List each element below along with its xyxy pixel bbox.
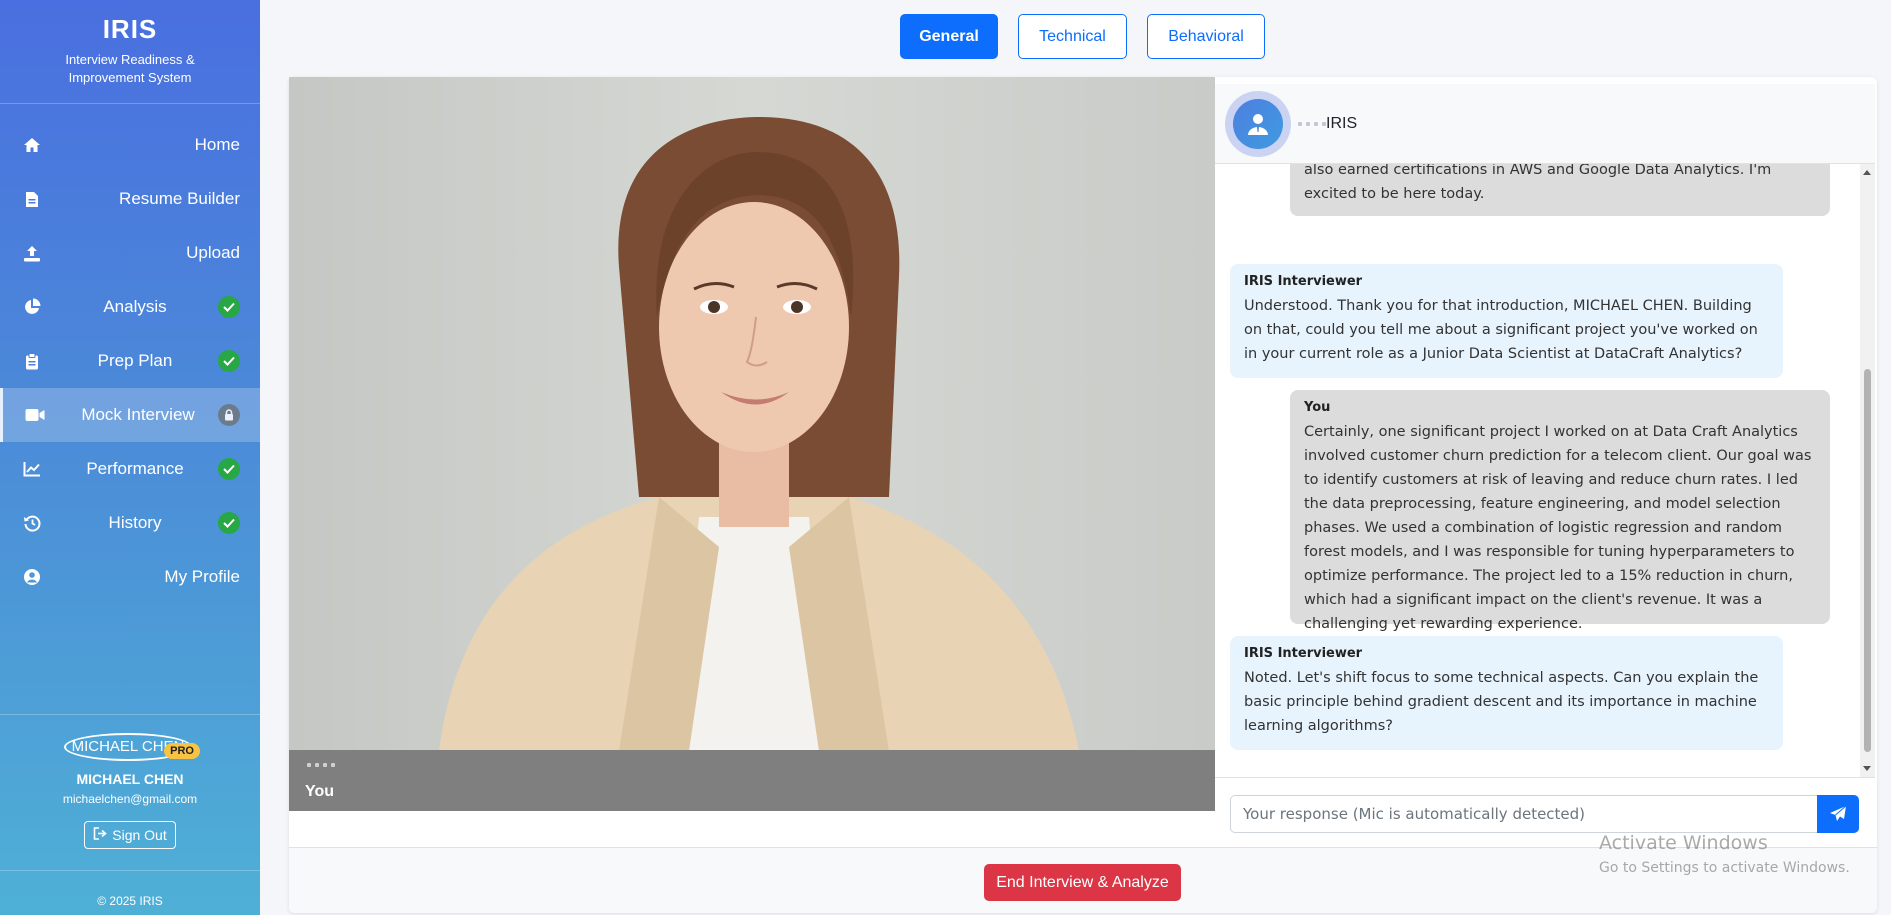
speaking-indicator xyxy=(1298,122,1326,126)
end-interview-button[interactable]: End Interview & Analyze xyxy=(984,864,1181,901)
sidebar-item-label: Upload xyxy=(186,243,240,262)
sidebar-item-analysis[interactable]: Analysis xyxy=(0,280,260,334)
check-icon xyxy=(218,512,240,534)
tab-technical[interactable]: Technical xyxy=(1018,14,1127,59)
interviewee-image xyxy=(289,77,1215,751)
profile-panel: MICHAEL CHEN PRO MICHAEL CHEN michaelche… xyxy=(0,714,260,849)
sidebar-item-prep-plan[interactable]: Prep Plan xyxy=(0,334,260,388)
paper-plane-icon xyxy=(1830,805,1847,821)
scroll-thumb[interactable] xyxy=(1864,369,1871,752)
watermark-title: Activate Windows xyxy=(1599,832,1768,854)
message-interviewer: IRIS Interviewer Noted. Let's shift focu… xyxy=(1230,636,1783,750)
sidebar-item-mock-interview[interactable]: Mock Interview xyxy=(0,388,260,442)
chat-messages[interactable]: …SQL, and various machine learning and d… xyxy=(1215,164,1860,777)
upload-icon xyxy=(22,244,42,262)
message-text: Certainly, one significant project I wor… xyxy=(1304,424,1812,632)
message-text: Noted. Let's shift focus to some technic… xyxy=(1244,670,1759,734)
chat-scrollbar[interactable] xyxy=(1860,164,1875,777)
user-circle-icon xyxy=(22,568,42,586)
scroll-up-icon[interactable] xyxy=(1863,170,1871,175)
tab-behavioral[interactable]: Behavioral xyxy=(1147,14,1265,59)
brand: IRIS Interview Readiness & Improvement S… xyxy=(0,0,260,104)
sidebar-item-home[interactable]: Home xyxy=(0,118,260,172)
pro-badge: PRO xyxy=(164,743,200,759)
sidebar-item-label: Resume Builder xyxy=(119,189,240,208)
copyright: © 2025 IRIS xyxy=(0,870,260,908)
message-sender: IRIS Interviewer xyxy=(1244,646,1363,661)
sidebar-item-performance[interactable]: Performance xyxy=(0,442,260,496)
sign-out-icon xyxy=(93,827,107,843)
message-interviewer: IRIS Interviewer Understood. Thank you f… xyxy=(1230,264,1783,378)
chat-title: IRIS xyxy=(1326,115,1358,132)
message-text: …SQL, and various machine learning and d… xyxy=(1304,164,1772,202)
windows-activation-watermark: Activate Windows Go to Settings to activ… xyxy=(1599,832,1850,876)
sidebar: IRIS Interview Readiness & Improvement S… xyxy=(0,0,260,915)
watermark-subtitle: Go to Settings to activate Windows. xyxy=(1599,860,1850,876)
sign-out-label: Sign Out xyxy=(112,827,167,843)
message-sender: IRIS Interviewer xyxy=(1244,274,1363,289)
scroll-down-icon[interactable] xyxy=(1863,766,1871,771)
profile-name: MICHAEL CHEN xyxy=(76,771,184,787)
response-input[interactable] xyxy=(1230,795,1819,833)
user-tie-icon xyxy=(1248,114,1268,135)
audio-indicator xyxy=(307,763,335,767)
home-icon xyxy=(22,136,42,154)
message-user: You Certainly, one significant project I… xyxy=(1290,390,1830,632)
sidebar-item-resume-builder[interactable]: Resume Builder xyxy=(0,172,260,226)
lock-icon xyxy=(218,404,240,426)
video-label: You xyxy=(305,783,335,800)
send-button[interactable] xyxy=(1817,795,1859,833)
check-icon xyxy=(218,296,240,318)
brand-subtitle: Interview Readiness & Improvement System xyxy=(65,52,195,85)
sidebar-item-upload[interactable]: Upload xyxy=(0,226,260,280)
sign-out-button[interactable]: Sign Out xyxy=(84,821,176,849)
message-text: Understood. Thank you for that introduct… xyxy=(1244,298,1758,362)
file-icon xyxy=(22,190,42,208)
chat-header: IRIS xyxy=(1215,84,1875,164)
video-feed xyxy=(289,77,1215,751)
sidebar-item-label: Home xyxy=(194,135,240,154)
message-sender: You xyxy=(1304,400,1331,415)
interviewer-avatar xyxy=(1225,91,1291,157)
sidebar-item-my-profile[interactable]: My Profile xyxy=(0,550,260,604)
sidebar-item-label: My Profile xyxy=(164,567,240,586)
profile-email: michaelchen@gmail.com xyxy=(62,792,198,806)
brand-title: IRIS xyxy=(102,14,158,44)
video-label-bar: You xyxy=(289,750,1215,811)
check-icon xyxy=(218,458,240,480)
sidebar-item-history[interactable]: History xyxy=(0,496,260,550)
check-icon xyxy=(218,350,240,372)
message-user: …SQL, and various machine learning and d… xyxy=(1290,164,1830,216)
tab-general[interactable]: General xyxy=(900,14,998,59)
sidebar-nav: Home Resume Builder Upload Analysis Prep… xyxy=(0,118,260,604)
